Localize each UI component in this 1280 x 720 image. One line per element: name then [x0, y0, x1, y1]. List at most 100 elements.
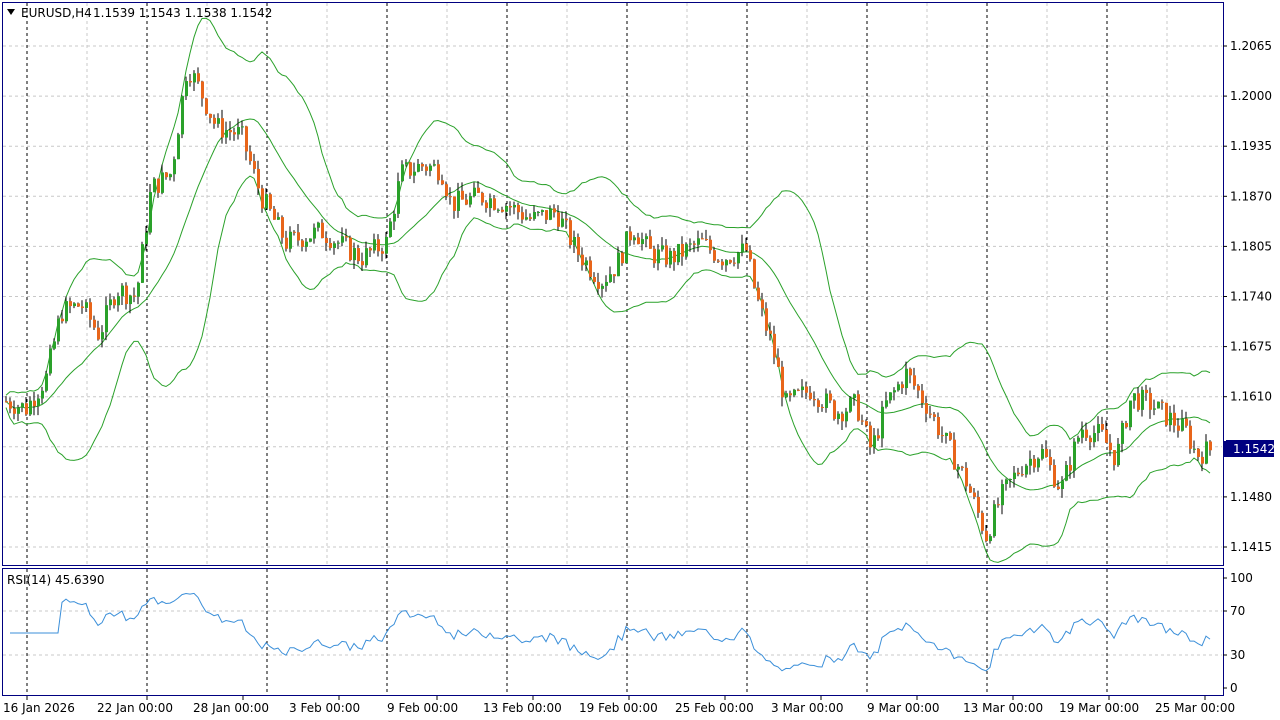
candle-body[interactable]	[509, 206, 512, 208]
candle-body[interactable]	[697, 238, 700, 245]
candle-body[interactable]	[209, 113, 212, 118]
candle-body[interactable]	[1089, 437, 1092, 443]
candle-body[interactable]	[965, 467, 968, 487]
candle-body[interactable]	[541, 210, 544, 212]
candle-body[interactable]	[277, 217, 280, 220]
candle-body[interactable]	[1013, 472, 1016, 480]
candle-body[interactable]	[689, 243, 692, 245]
candle-body[interactable]	[245, 126, 248, 152]
candle-body[interactable]	[181, 96, 184, 135]
candle-body[interactable]	[865, 421, 868, 426]
candle-body[interactable]	[1025, 465, 1028, 475]
candle-body[interactable]	[477, 187, 480, 193]
candle-body[interactable]	[737, 252, 740, 264]
candle-body[interactable]	[517, 204, 520, 213]
candle-body[interactable]	[885, 400, 888, 407]
candle-body[interactable]	[5, 401, 8, 403]
candle-body[interactable]	[677, 243, 680, 263]
candle-body[interactable]	[993, 504, 996, 537]
candle-body[interactable]	[1021, 474, 1024, 476]
candle-body[interactable]	[1065, 465, 1068, 481]
candle-body[interactable]	[505, 206, 508, 212]
candle-body[interactable]	[933, 414, 936, 417]
candle-body[interactable]	[361, 261, 364, 266]
candle-body[interactable]	[1033, 458, 1036, 468]
candle-body[interactable]	[565, 218, 568, 221]
candle-body[interactable]	[861, 420, 864, 422]
candle-body[interactable]	[489, 198, 492, 209]
candle-body[interactable]	[261, 188, 264, 209]
candle-body[interactable]	[1041, 448, 1044, 459]
candle-body[interactable]	[25, 403, 28, 415]
candle-body[interactable]	[553, 208, 556, 213]
candle-body[interactable]	[837, 413, 840, 419]
candle-body[interactable]	[413, 171, 416, 176]
candle-body[interactable]	[829, 393, 832, 401]
candle-body[interactable]	[1073, 441, 1076, 471]
candle-body[interactable]	[437, 164, 440, 181]
candle-body[interactable]	[537, 211, 540, 213]
candle-body[interactable]	[777, 357, 780, 367]
candle-body[interactable]	[513, 204, 516, 208]
candle-body[interactable]	[1165, 402, 1168, 426]
candle-body[interactable]	[29, 400, 32, 415]
candle-body[interactable]	[365, 248, 368, 266]
candle-body[interactable]	[177, 134, 180, 160]
candle-body[interactable]	[945, 432, 948, 436]
candle-body[interactable]	[485, 202, 488, 209]
candle-body[interactable]	[273, 208, 276, 220]
candle-body[interactable]	[881, 406, 884, 439]
candle-body[interactable]	[1085, 429, 1088, 438]
candle-body[interactable]	[197, 73, 200, 82]
candle-body[interactable]	[305, 241, 308, 247]
candle-body[interactable]	[221, 118, 224, 138]
candle-body[interactable]	[241, 126, 244, 128]
candle-body[interactable]	[421, 163, 424, 167]
candle-body[interactable]	[649, 236, 652, 249]
candle-body[interactable]	[101, 332, 104, 340]
candle-body[interactable]	[17, 407, 20, 414]
candle-body[interactable]	[1185, 418, 1188, 426]
candle-body[interactable]	[53, 341, 56, 349]
candle-body[interactable]	[49, 348, 52, 374]
candle-body[interactable]	[37, 398, 40, 407]
candle-body[interactable]	[229, 130, 232, 133]
candle-body[interactable]	[721, 261, 724, 266]
candle-body[interactable]	[717, 260, 720, 262]
candle-body[interactable]	[381, 251, 384, 254]
candle-body[interactable]	[81, 306, 84, 308]
candle-body[interactable]	[1141, 389, 1144, 410]
candle-body[interactable]	[45, 373, 48, 391]
candle-body[interactable]	[309, 238, 312, 242]
candle-body[interactable]	[1209, 441, 1212, 451]
candle-body[interactable]	[977, 496, 980, 513]
candle-body[interactable]	[117, 296, 120, 306]
candle-body[interactable]	[373, 239, 376, 251]
candle-body[interactable]	[713, 250, 716, 261]
candle-body[interactable]	[349, 237, 352, 261]
candle-body[interactable]	[833, 400, 836, 419]
candle-body[interactable]	[205, 98, 208, 114]
candle-body[interactable]	[661, 245, 664, 250]
candle-body[interactable]	[805, 386, 808, 393]
candle-body[interactable]	[581, 254, 584, 266]
candle-body[interactable]	[405, 162, 408, 165]
candle-body[interactable]	[741, 243, 744, 253]
candle-body[interactable]	[917, 385, 920, 391]
candle-body[interactable]	[821, 406, 824, 408]
candle-body[interactable]	[301, 240, 304, 247]
candle-body[interactable]	[1069, 465, 1072, 471]
candle-body[interactable]	[709, 239, 712, 251]
candle-body[interactable]	[325, 238, 328, 243]
candle-body[interactable]	[785, 393, 788, 398]
candle-body[interactable]	[1129, 400, 1132, 428]
candle-body[interactable]	[1009, 479, 1012, 481]
candle-body[interactable]	[9, 401, 12, 409]
candle-body[interactable]	[397, 181, 400, 214]
candle-body[interactable]	[469, 196, 472, 205]
candle-body[interactable]	[1101, 424, 1104, 430]
candle-body[interactable]	[877, 435, 880, 439]
candle-body[interactable]	[1193, 448, 1196, 450]
candle-body[interactable]	[493, 198, 496, 210]
candle-body[interactable]	[937, 416, 940, 436]
